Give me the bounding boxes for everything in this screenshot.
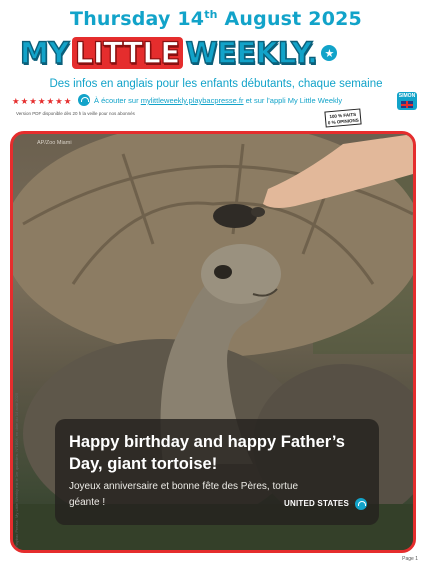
- facts-badge: 100 % FAITS 0 % OPINIONS: [324, 108, 362, 128]
- photo-credit: AP/Zoo Miami: [37, 140, 72, 146]
- headline: Happy birthday and happy Father’s Day, g…: [69, 433, 345, 473]
- logo-word-weekly: WEEKLY.: [185, 35, 319, 70]
- page-number: Page 1: [402, 556, 418, 562]
- app-badge-label: SIMON: [398, 93, 416, 99]
- tagline: Des infos en anglais pour les enfants dé…: [49, 78, 383, 90]
- listen-line: À écouter sur mylittleweekly.playbacpres…: [94, 96, 342, 105]
- uk-flag-icon: [401, 101, 413, 108]
- french-subline: Joyeux anniversaire et bonne fête des Pè…: [69, 481, 299, 508]
- masthead-logo: MY LITTLE WEEKLY. ★: [19, 35, 420, 71]
- country-label: UNITED STATES: [284, 499, 349, 508]
- headphone-icon: [78, 94, 90, 106]
- date-suffix: th: [204, 8, 218, 21]
- date-day: Thursday 14: [70, 8, 205, 30]
- legal-side-text: Playbac Presse. My Little Weekly est le …: [14, 392, 19, 548]
- listen-link[interactable]: mylittleweekly.playbacpresse.fr: [141, 96, 244, 105]
- logo-word-little: LITTLE: [71, 36, 183, 70]
- cover-photo: AP/Zoo Miami Happy birthday and happy Fa…: [10, 131, 416, 553]
- date-month-year: August 2025: [217, 8, 362, 30]
- speaker-icon[interactable]: [355, 498, 367, 510]
- listen-prefix: À écouter sur: [94, 96, 141, 105]
- logo-word-my: MY: [19, 35, 70, 70]
- caption-box: Happy birthday and happy Father’s Day, g…: [55, 419, 379, 525]
- issue-date: Thursday 14th August 2025: [0, 8, 432, 30]
- app-badge[interactable]: SIMON: [397, 92, 417, 110]
- star-icon: ★: [321, 45, 338, 61]
- listen-suffix: et sur l’appli My Little Weekly: [243, 96, 343, 105]
- rating-stars: ★★★★★★★: [12, 96, 73, 106]
- pdf-note: Version PDF disponible dès 20 h la veill…: [16, 111, 135, 116]
